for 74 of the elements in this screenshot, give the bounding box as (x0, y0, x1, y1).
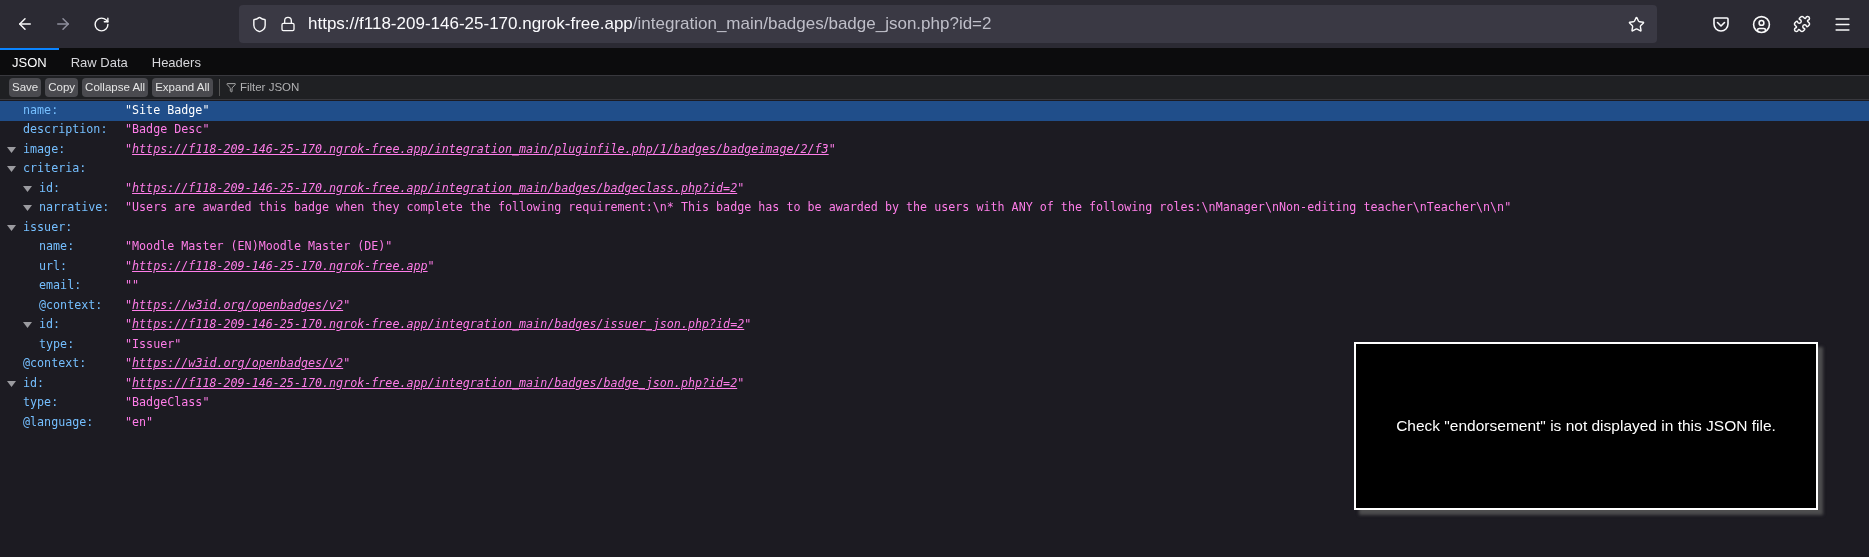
json-value: "en" (125, 413, 154, 431)
json-key: criteria: (23, 160, 87, 178)
json-key: @context: (23, 355, 87, 373)
pocket-icon[interactable] (1712, 15, 1730, 33)
caret-icon[interactable] (7, 380, 16, 387)
json-row[interactable]: criteria: (0, 159, 125, 179)
json-key: name: (23, 101, 59, 120)
shield-icon[interactable] (251, 15, 268, 33)
json-row[interactable]: description: "Badge Desc" (0, 120, 210, 140)
json-value: "https://f118-209-146-25-170.ngrok-free.app/integration_main/badges/issuer_json.php?id=2" (125, 316, 752, 334)
json-value: "https://f118-209-146-25-170.ngrok-free.app/integration_main/badges/badgeclass.php?id=2" (125, 179, 745, 197)
json-row[interactable]: image: "https://f118-209-146-25-170.ngrok-free.app/integration_main/pluginfile.php/1/badges/badgeimage/2/f3" (0, 140, 836, 160)
caret-icon[interactable] (23, 205, 32, 212)
account-icon[interactable] (1752, 14, 1771, 34)
notice-text: Check "endorsement" is not displayed in this JSON file. (1396, 416, 1776, 437)
json-row[interactable]: id: "https://f118-209-146-25-170.ngrok-free.app/integration_main/badges/issuer_json.php?id=2" (0, 315, 752, 335)
reload-icon (92, 15, 110, 33)
json-row[interactable]: email: "" (0, 276, 140, 296)
url-text: https://f118-209-146-25-170.ngrok-free.app/integration_main/badges/badge_json.php?id=2 (308, 13, 992, 36)
star-icon[interactable] (1628, 15, 1645, 33)
forward-arrow-icon (54, 15, 72, 33)
json-value: "https://f118-209-146-25-170.ngrok-free.app" (125, 257, 435, 275)
json-key: narrative: (39, 199, 110, 217)
json-key: id: (39, 179, 61, 198)
filter-field[interactable]: Filter JSON (239, 78, 466, 97)
caret-icon[interactable] (7, 146, 16, 153)
json-value: "Badge Desc" (125, 121, 210, 139)
json-value: "" (125, 277, 140, 295)
caret-icon[interactable] (23, 185, 32, 192)
json-row[interactable]: @context: "https://w3id.org/openbadges/v2" (0, 296, 351, 316)
json-value: "Moodle Master (EN)Moodle Master (DE)" (125, 238, 393, 256)
json-row[interactable]: id: "https://f118-209-146-25-170.ngrok-free.app/integration_main/badges/badgeclass.php?id=2" (0, 179, 745, 199)
json-key: @language: (23, 413, 94, 432)
json-key: type: (39, 335, 75, 354)
caret-icon[interactable] (7, 224, 16, 231)
json-value: "https://w3id.org/openbadges/v2" (125, 296, 351, 314)
filter-icon (225, 82, 236, 93)
json-key: url: (39, 257, 68, 276)
json-row[interactable]: id: "https://f118-209-146-25-170.ngrok-free.app/integration_main/badges/badge_json.php?id=2" (0, 374, 745, 394)
viewer-tab[interactable]: Raw Data (58, 48, 140, 75)
json-row[interactable]: name: "Site Badge" (0, 101, 1869, 121)
json-row[interactable]: name: "Moodle Master (EN)Moodle Master (DE)" (0, 237, 393, 257)
json-value: "https://w3id.org/openbadges/v2" (125, 355, 351, 373)
json-key: name: (39, 238, 75, 256)
toolbar-button[interactable]: Collapse All (82, 78, 149, 97)
json-value: "https://f118-209-146-25-170.ngrok-free.app/integration_main/pluginfile.php/1/badges/badgeimage/2/f3" (125, 140, 836, 158)
json-key: id: (39, 316, 61, 334)
caret-icon[interactable] (7, 166, 16, 173)
json-key: @context: (39, 296, 103, 315)
viewer-tab[interactable]: Headers (139, 48, 213, 75)
extensions-icon[interactable] (1793, 15, 1811, 33)
json-key: id: (23, 374, 45, 393)
json-key: description: (23, 121, 108, 139)
json-key: email: (39, 277, 82, 295)
json-value: "Users are awarded this badge when they complete the following requirement:\n* This badge has to be awarded by the users with ANY of the following roles:\nManager\nNon-editing teacher\nTeacher\n\n" (125, 199, 1512, 217)
json-key: type: (23, 394, 59, 412)
caret-icon[interactable] (23, 322, 32, 329)
json-value: "Issuer" (125, 335, 182, 353)
json-value: "https://f118-209-146-25-170.ngrok-free.app/integration_main/badges/badge_json.php?id=2" (125, 374, 745, 392)
toolbar-button[interactable]: Expand All (152, 78, 213, 97)
json-row[interactable]: @context: "https://w3id.org/openbadges/v2" (0, 354, 351, 374)
json-value: "BadgeClass" (125, 394, 210, 412)
json-row[interactable]: issuer: (0, 218, 125, 238)
toolbar-button[interactable]: Copy (45, 78, 79, 97)
address-bar[interactable]: https://f118-209-146-25-170.ngrok-free.app/integration_main/badges/badge_json.php?id=2 (239, 5, 1657, 43)
lock-icon[interactable] (280, 16, 296, 32)
json-value: "Site Badge" (125, 101, 210, 119)
json-key: issuer: (23, 218, 73, 237)
json-row[interactable]: @language: "en" (0, 413, 154, 433)
json-row[interactable]: type: "BadgeClass" (0, 393, 210, 413)
json-row[interactable]: url: "https://f118-209-146-25-170.ngrok-free.app" (0, 257, 435, 277)
toolbar-button[interactable]: Save (9, 78, 42, 97)
json-row[interactable]: type: "Issuer" (0, 335, 182, 355)
json-key: image: (23, 140, 66, 159)
